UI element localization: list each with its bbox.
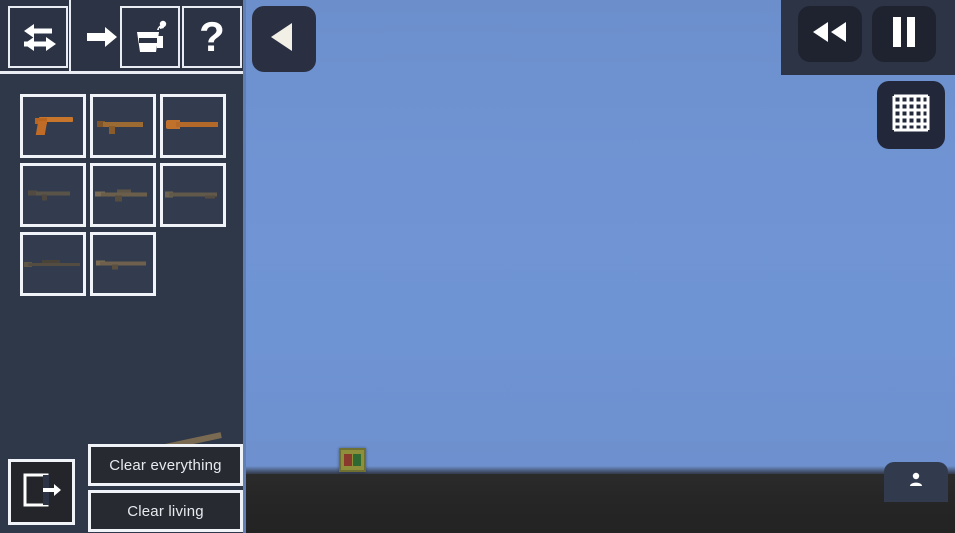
back-triangle-icon bbox=[265, 18, 303, 61]
crate-face-left bbox=[344, 454, 352, 466]
grid-net-icon bbox=[889, 91, 933, 140]
exit-button[interactable] bbox=[8, 459, 75, 525]
swap-arrows-icon bbox=[18, 17, 58, 57]
arrow-right-icon bbox=[85, 23, 119, 51]
dark-smg-icon bbox=[28, 189, 78, 202]
weapon-slot-rifle[interactable] bbox=[90, 163, 156, 227]
weapon-slot-shotgun[interactable] bbox=[160, 94, 226, 158]
shotgun-icon bbox=[166, 119, 220, 133]
crate-face-right bbox=[353, 454, 361, 466]
weapon-slot-lmg[interactable] bbox=[160, 163, 226, 227]
question-mark-icon: ? bbox=[199, 13, 225, 60]
weapon-slot-pistol[interactable] bbox=[20, 94, 86, 158]
grid-toggle-button[interactable] bbox=[877, 81, 945, 149]
weapon-grid[interactable] bbox=[20, 94, 235, 296]
sidebar-edge bbox=[243, 0, 246, 533]
sidebar-toolbar: ? bbox=[0, 0, 243, 74]
back-button[interactable] bbox=[252, 6, 316, 72]
lmg-icon bbox=[165, 189, 221, 202]
crate-prop[interactable] bbox=[339, 448, 366, 472]
toolbar-horizontal-divider bbox=[0, 71, 243, 74]
spawn-button[interactable] bbox=[884, 462, 948, 502]
toolbar-vertical-divider bbox=[69, 0, 71, 73]
swap-arrows-button[interactable] bbox=[8, 6, 68, 68]
pause-icon bbox=[890, 15, 918, 54]
spawn-person-icon bbox=[907, 471, 925, 494]
pause-button[interactable] bbox=[872, 6, 936, 62]
clear-everything-button[interactable]: Clear everything bbox=[88, 444, 243, 486]
clear-living-button[interactable]: Clear living bbox=[88, 490, 243, 532]
weapon-slot-sniper[interactable] bbox=[20, 232, 86, 296]
rewind-icon bbox=[809, 19, 851, 50]
weapon-sidebar[interactable]: ? Clear everything Clear living bbox=[0, 0, 243, 533]
rewind-button[interactable] bbox=[798, 6, 862, 62]
weapon-slot-smg[interactable] bbox=[90, 94, 156, 158]
weapon-slot-dark-smg[interactable] bbox=[20, 163, 86, 227]
weapon-slot-carbine[interactable] bbox=[90, 232, 156, 296]
paint-bucket-button[interactable] bbox=[120, 6, 180, 68]
sniper-icon bbox=[24, 258, 82, 270]
smg-icon bbox=[97, 119, 149, 134]
pistol-icon bbox=[33, 115, 73, 137]
exit-door-icon bbox=[21, 469, 63, 516]
carbine-icon bbox=[96, 258, 150, 271]
rifle-icon bbox=[95, 189, 151, 202]
help-button[interactable]: ? bbox=[182, 6, 242, 68]
paint-bucket-icon bbox=[129, 16, 171, 58]
